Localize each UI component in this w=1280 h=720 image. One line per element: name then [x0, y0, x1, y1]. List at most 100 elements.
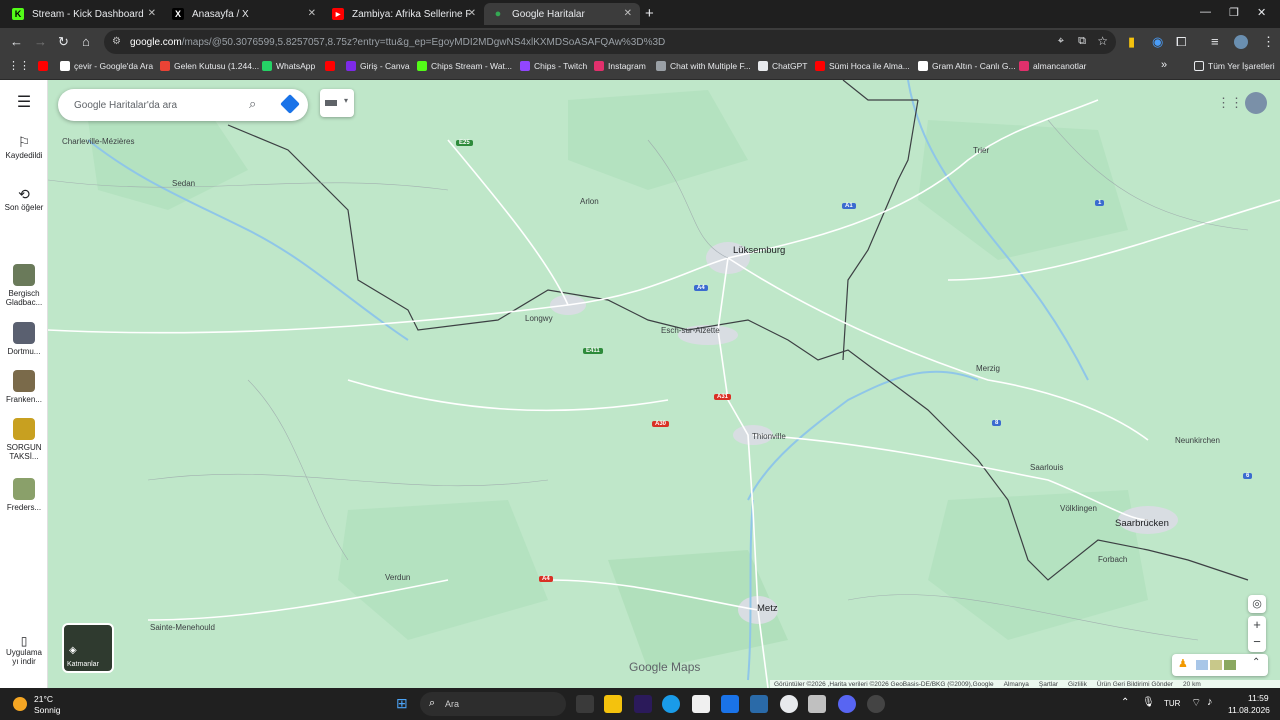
bookmark-item[interactable]: çevir - Google'da Ara: [60, 61, 153, 71]
volume-icon[interactable]: ♪: [1207, 696, 1213, 708]
app-icon[interactable]: [867, 695, 885, 713]
pegman-icon[interactable]: ♟: [1178, 657, 1188, 670]
city-label[interactable]: Thionville: [752, 432, 786, 441]
star-icon[interactable]: ☆: [1097, 34, 1108, 48]
bookmark-item[interactable]: ChatGPT: [758, 61, 807, 71]
address-bar[interactable]: ⚙ google.com/maps/@50.3076599,5.8257057,…: [104, 30, 1116, 54]
city-label[interactable]: Forbach: [1098, 555, 1127, 564]
tab-kick[interactable]: K Stream - Kick Dashboard ✕: [4, 3, 164, 25]
app-icon[interactable]: [808, 695, 826, 713]
wifi-icon[interactable]: ⌔: [1191, 696, 1201, 710]
profile-avatar[interactable]: [1234, 35, 1248, 49]
site-info-icon[interactable]: ⚙: [112, 36, 121, 47]
windows-start-icon[interactable]: ⊞: [396, 695, 412, 711]
search-icon[interactable]: ⌕: [249, 96, 256, 112]
chevron-up-icon[interactable]: ⌃: [1121, 697, 1129, 708]
tab-x[interactable]: X Anasayfa / X ✕: [164, 3, 324, 25]
bookmark-item[interactable]: Giriş - Canva: [346, 61, 410, 71]
reading-list-icon[interactable]: ≡: [1211, 35, 1219, 48]
map-thumb[interactable]: [1210, 660, 1222, 670]
close-icon[interactable]: ✕: [624, 8, 632, 19]
home-icon[interactable]: ⌂: [82, 35, 90, 48]
all-bookmarks[interactable]: Tüm Yer İşaretleri: [1194, 61, 1275, 71]
tab-google-maps[interactable]: ● Google Haritalar ✕: [484, 3, 640, 25]
city-label[interactable]: Longwy: [525, 314, 553, 323]
rail-place[interactable]: Bergisch Gladbac...: [0, 264, 48, 307]
bookmark-item[interactable]: Gram Altın - Canlı G...: [918, 61, 1016, 71]
microphone-icon[interactable]: 🎙: [1142, 697, 1155, 708]
city-label[interactable]: Esch-sur-Alzette: [661, 326, 720, 335]
rail-saved[interactable]: ⚐ Kaydedildi: [0, 134, 48, 160]
feedback-link[interactable]: Ürün Geri Bildirimi Gönder: [1097, 681, 1173, 688]
weather-desc[interactable]: Sonnig: [34, 705, 60, 715]
premiere-icon[interactable]: [634, 695, 652, 713]
rail-place[interactable]: SORGUN TAKSİ...: [0, 418, 48, 461]
bookmark-item[interactable]: [38, 61, 52, 71]
bookmark-item[interactable]: Chips - Twitch: [520, 61, 587, 71]
mail-icon[interactable]: [750, 695, 768, 713]
rail-place[interactable]: Dortmu...: [0, 322, 48, 356]
bookmark-item[interactable]: [325, 61, 339, 71]
privacy-link[interactable]: Gizlilik: [1068, 681, 1087, 688]
directions-icon[interactable]: [280, 94, 300, 114]
my-location-button[interactable]: ◎: [1248, 595, 1266, 613]
location-icon[interactable]: ⌖: [1058, 35, 1064, 48]
search-input[interactable]: [74, 99, 239, 111]
app-icon[interactable]: [721, 695, 739, 713]
menu-button[interactable]: ☰: [0, 92, 48, 112]
city-label[interactable]: Sainte-Menehould: [150, 623, 215, 632]
city-label[interactable]: Trier: [973, 146, 989, 155]
menu-icon[interactable]: ⋮: [1262, 35, 1275, 48]
discord-icon[interactable]: [838, 695, 856, 713]
clock-time[interactable]: 11:59: [1248, 693, 1269, 703]
extension-icon[interactable]: ▮: [1128, 35, 1135, 48]
bookmark-item[interactable]: WhatsApp: [262, 61, 315, 71]
bookmark-item[interactable]: Sümi Hoca ile Alma...: [815, 61, 910, 71]
window-close-icon[interactable]: ✕: [1257, 6, 1266, 19]
zoom-out-button[interactable]: −: [1248, 634, 1266, 652]
city-label[interactable]: Saarlouis: [1030, 463, 1063, 472]
city-label[interactable]: Neunkirchen: [1175, 436, 1220, 445]
city-label[interactable]: Metz: [757, 603, 778, 614]
chrome-icon[interactable]: [780, 695, 798, 713]
city-label[interactable]: Lüksemburg: [733, 245, 785, 256]
forward-icon[interactable]: →: [34, 35, 47, 48]
city-label[interactable]: Sedan: [172, 179, 195, 188]
city-label[interactable]: Saarbrücken: [1115, 518, 1169, 529]
extension-icon[interactable]: ◉: [1152, 35, 1163, 48]
reload-icon[interactable]: ↻: [58, 35, 69, 48]
bookmark-item[interactable]: Chat with Multiple F...: [656, 61, 751, 71]
file-explorer-icon[interactable]: [604, 695, 622, 713]
back-icon[interactable]: ←: [10, 35, 23, 48]
city-label[interactable]: Merzig: [976, 364, 1000, 373]
chevron-right-icon[interactable]: »: [1161, 59, 1167, 71]
bookmark-item[interactable]: Chips Stream - Wat...: [417, 61, 512, 71]
maximize-icon[interactable]: ❐: [1229, 6, 1239, 19]
layer-switch-dropdown[interactable]: ▾: [320, 89, 354, 117]
bookmark-item[interactable]: Gelen Kutusu (1.244...: [160, 61, 259, 71]
store-icon[interactable]: [692, 695, 710, 713]
map-view[interactable]: ☰ ⚐ Kaydedildi ⟲ Son öğeler Bergisch Gla…: [0, 80, 1280, 688]
clock-date[interactable]: 11.08.2026: [1228, 705, 1270, 715]
terms-link[interactable]: Şartlar: [1039, 681, 1058, 688]
close-icon[interactable]: ✕: [148, 8, 156, 19]
zoom-in-button[interactable]: +: [1248, 616, 1266, 634]
attribution-link[interactable]: Almanya: [1004, 681, 1029, 688]
city-label[interactable]: Arlon: [580, 197, 599, 206]
taskbar-search[interactable]: ⌕ Ara: [420, 692, 566, 716]
install-app-button[interactable]: ▯ Uygulama yı indir: [0, 634, 48, 666]
bookmark-item[interactable]: Instagram: [594, 61, 646, 71]
close-icon[interactable]: ✕: [468, 8, 476, 19]
weather-icon[interactable]: [13, 697, 27, 711]
map-thumb[interactable]: [1224, 660, 1236, 670]
city-label[interactable]: Charleville-Mézières: [62, 137, 134, 146]
map-thumb[interactable]: [1196, 660, 1208, 670]
rail-place[interactable]: Franken...: [0, 370, 48, 404]
language-indicator[interactable]: TUR: [1164, 699, 1180, 708]
apps-grid-icon[interactable]: ⋮⋮: [8, 59, 30, 72]
chevron-up-icon[interactable]: ⌃: [1252, 657, 1260, 668]
weather-temp[interactable]: 21°C: [34, 694, 53, 704]
extensions-puzzle-icon[interactable]: ⧠: [1176, 35, 1186, 48]
city-label[interactable]: Verdun: [385, 573, 410, 582]
edge-icon[interactable]: [662, 695, 680, 713]
